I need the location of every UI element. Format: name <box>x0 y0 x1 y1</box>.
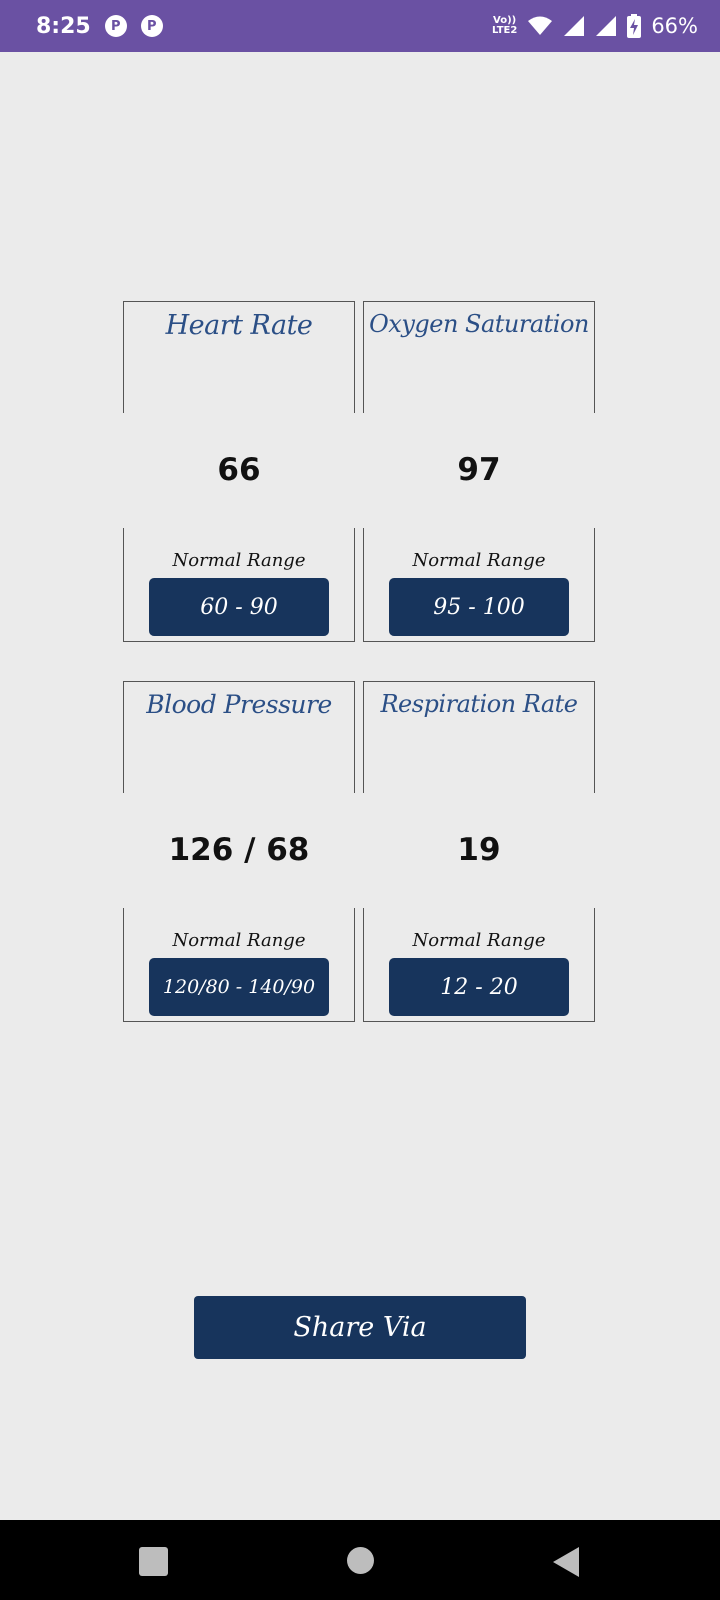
home-icon[interactable] <box>347 1547 374 1574</box>
signal-icon <box>596 16 617 36</box>
oxygen-saturation-value: 97 <box>457 452 501 488</box>
heart-rate-range: 60 - 90 <box>149 578 329 636</box>
status-bar: 8:25 P P Vo)) LTE2 66% <box>0 0 720 52</box>
navigation-bar <box>0 1520 720 1600</box>
battery-percent: 66% <box>651 14 698 38</box>
status-icons: Vo)) LTE2 66% <box>492 14 698 38</box>
volte-icon: Vo)) LTE2 <box>491 15 518 36</box>
recents-icon[interactable] <box>139 1547 168 1576</box>
respiration-rate-value: 19 <box>457 832 501 868</box>
normal-range-label: Normal Range <box>172 930 306 951</box>
normal-range-label: Normal Range <box>412 930 546 951</box>
notification-app-icon: P <box>140 15 163 37</box>
respiration-rate-card-header: Respiration Rate <box>363 681 595 793</box>
signal-icon <box>564 16 585 36</box>
oxygen-saturation-title: Oxygen Saturation <box>369 310 589 338</box>
respiration-rate-range: 12 - 20 <box>389 958 569 1016</box>
blood-pressure-title: Blood Pressure <box>146 690 332 719</box>
blood-pressure-value: 126 / 68 <box>168 832 310 868</box>
normal-range-label: Normal Range <box>172 550 306 571</box>
share-via-button[interactable]: Share Via <box>194 1296 526 1359</box>
respiration-rate-title: Respiration Rate <box>380 690 578 718</box>
blood-pressure-range-card: Normal Range 120/80 - 140/90 <box>123 908 355 1022</box>
oxygen-saturation-card-header: Oxygen Saturation <box>363 301 595 413</box>
battery-charging-icon <box>627 14 642 38</box>
blood-pressure-range: 120/80 - 140/90 <box>149 958 329 1016</box>
status-time: 8:25 <box>36 13 91 39</box>
notification-app-icon: P <box>104 15 127 37</box>
heart-rate-range-card: Normal Range 60 - 90 <box>123 528 355 642</box>
wifi-icon <box>528 16 553 35</box>
oxygen-saturation-range: 95 - 100 <box>389 578 569 636</box>
respiration-rate-range-card: Normal Range 12 - 20 <box>363 908 595 1022</box>
back-icon[interactable] <box>553 1547 579 1577</box>
heart-rate-value: 66 <box>217 452 261 488</box>
heart-rate-card-header: Heart Rate <box>123 301 355 413</box>
heart-rate-title: Heart Rate <box>165 310 313 341</box>
blood-pressure-card-header: Blood Pressure <box>123 681 355 793</box>
normal-range-label: Normal Range <box>412 550 546 571</box>
oxygen-saturation-range-card: Normal Range 95 - 100 <box>363 528 595 642</box>
